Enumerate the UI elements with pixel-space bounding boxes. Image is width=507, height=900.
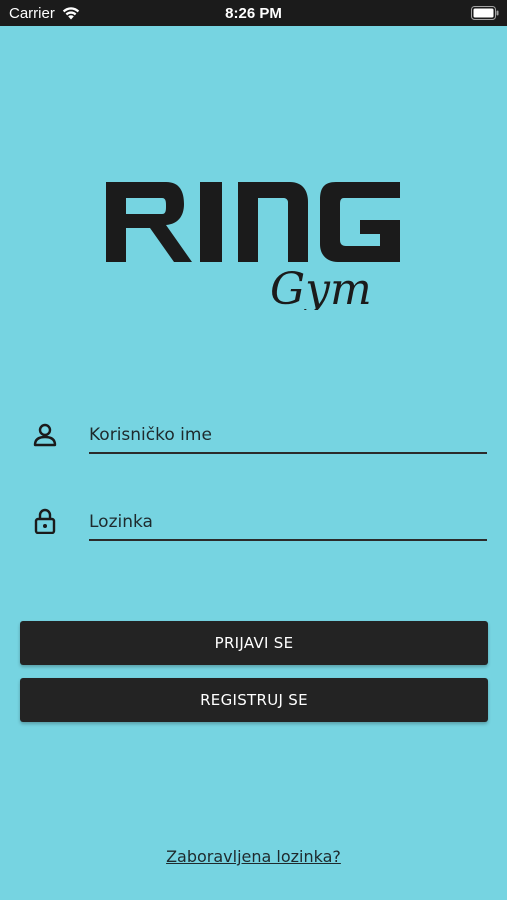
person-icon	[33, 423, 57, 447]
register-button[interactable]: REGISTRUJ SE	[20, 678, 488, 722]
login-button[interactable]: PRIJAVI SE	[20, 621, 488, 665]
status-bar: Carrier 8:26 PM	[0, 0, 507, 26]
clock: 8:26 PM	[225, 5, 282, 22]
username-row	[0, 418, 507, 478]
username-input[interactable]	[89, 418, 487, 454]
password-input[interactable]	[89, 505, 487, 541]
lock-icon	[34, 508, 56, 534]
svg-text:Gym: Gym	[270, 264, 372, 310]
battery-icon	[471, 6, 499, 20]
ring-gym-logo: Gym	[106, 182, 400, 310]
password-row	[0, 505, 507, 565]
forgot-password-link[interactable]: Zaboravljena lozinka?	[0, 847, 507, 866]
